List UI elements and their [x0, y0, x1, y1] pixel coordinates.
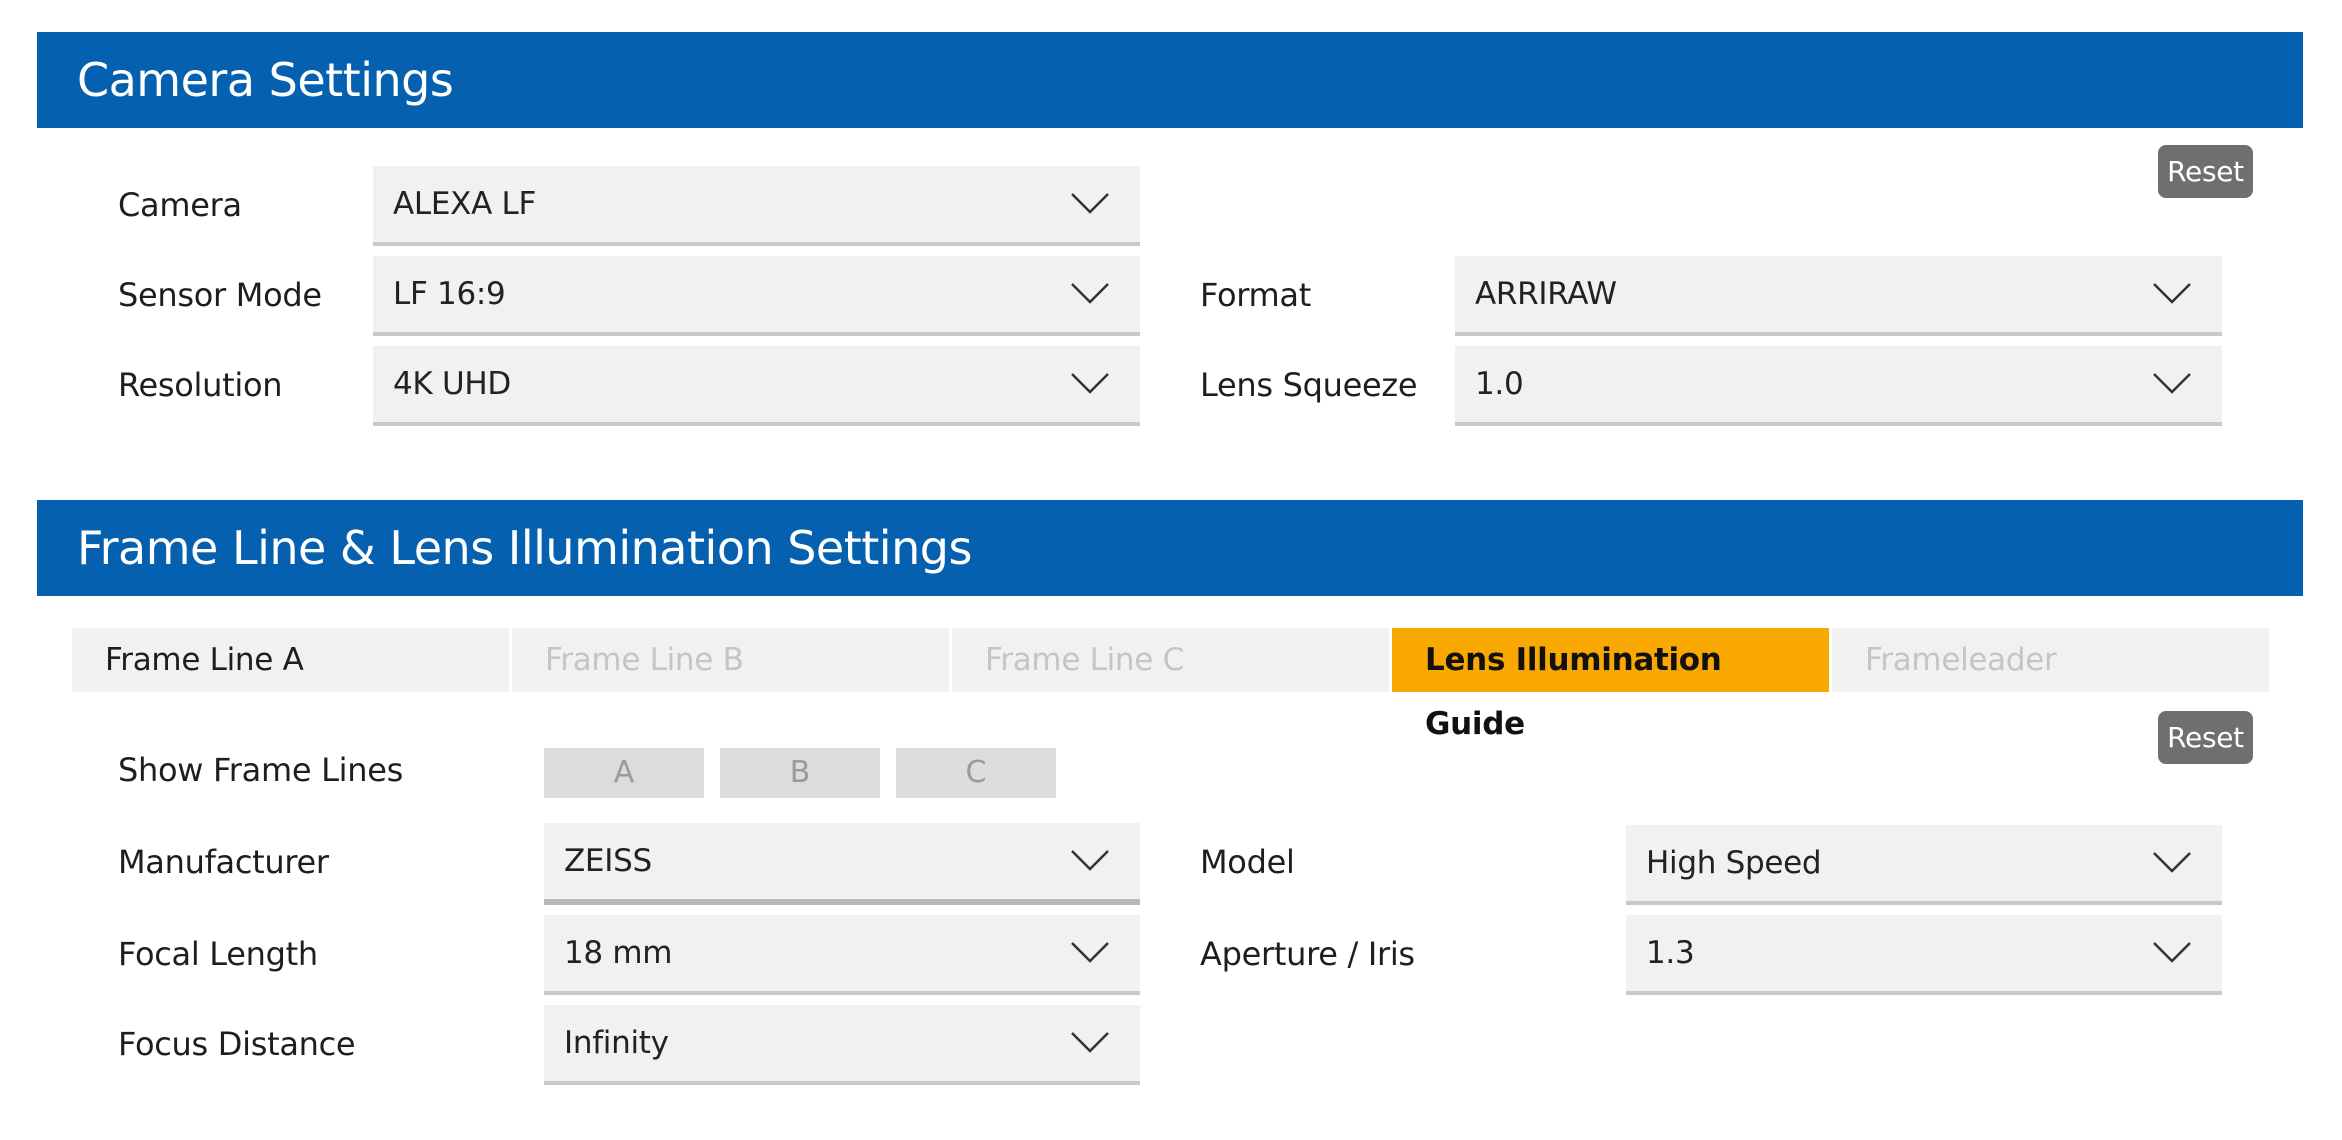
aperture-value: 1.3 [1646, 935, 1695, 971]
lens-squeeze-value: 1.0 [1475, 366, 1524, 402]
model-select[interactable]: High Speed [1626, 825, 2222, 905]
format-label: Format [1200, 276, 1311, 314]
model-value: High Speed [1646, 845, 1822, 881]
frame-settings-title: Frame Line & Lens Illumination Settings [77, 521, 972, 575]
focal-length-label: Focal Length [118, 935, 318, 973]
sensor-mode-select[interactable]: LF 16:9 [373, 256, 1140, 336]
format-value: ARRIRAW [1475, 276, 1617, 312]
tab-frame-line-c[interactable]: Frame Line C [952, 628, 1389, 692]
frame-line-a-toggle[interactable]: A [544, 748, 704, 798]
aperture-label: Aperture / Iris [1200, 935, 1415, 973]
manufacturer-label: Manufacturer [118, 843, 329, 881]
focus-distance-value: Infinity [564, 1025, 669, 1061]
camera-label: Camera [118, 186, 242, 224]
chevron-down-icon [1070, 282, 1110, 304]
tab-lens-illumination-guide[interactable]: Lens Illumination Guide [1392, 628, 1829, 742]
chevron-down-icon [1070, 849, 1110, 871]
frame-settings-tabs: Frame Line A Frame Line B Frame Line C L… [72, 628, 2270, 742]
chevron-down-icon [1070, 192, 1110, 214]
format-select[interactable]: ARRIRAW [1455, 256, 2222, 336]
tab-frame-line-b[interactable]: Frame Line B [512, 628, 949, 692]
frame-line-b-toggle[interactable]: B [720, 748, 880, 798]
chevron-down-icon [1070, 1031, 1110, 1053]
sensor-mode-label: Sensor Mode [118, 276, 322, 314]
lens-squeeze-select[interactable]: 1.0 [1455, 346, 2222, 426]
manufacturer-select[interactable]: ZEISS [544, 823, 1140, 905]
chevron-down-icon [2152, 372, 2192, 394]
focal-length-select[interactable]: 18 mm [544, 915, 1140, 995]
frame-line-c-toggle[interactable]: C [896, 748, 1056, 798]
chevron-down-icon [2152, 941, 2192, 963]
lens-squeeze-label: Lens Squeeze [1200, 366, 1418, 404]
aperture-select[interactable]: 1.3 [1626, 915, 2222, 995]
tab-frame-line-a[interactable]: Frame Line A [72, 628, 509, 692]
resolution-select[interactable]: 4K UHD [373, 346, 1140, 426]
focus-distance-label: Focus Distance [118, 1025, 356, 1063]
chevron-down-icon [2152, 851, 2192, 873]
camera-value: ALEXA LF [393, 186, 537, 222]
chevron-down-icon [1070, 941, 1110, 963]
camera-select[interactable]: ALEXA LF [373, 166, 1140, 246]
camera-reset-button[interactable]: Reset [2158, 145, 2253, 198]
sensor-mode-value: LF 16:9 [393, 276, 506, 312]
model-label: Model [1200, 843, 1295, 881]
show-frame-lines-label: Show Frame Lines [118, 751, 403, 789]
tab-frameleader[interactable]: Frameleader [1832, 628, 2269, 692]
camera-settings-title: Camera Settings [77, 53, 454, 107]
frame-settings-header: Frame Line & Lens Illumination Settings [37, 500, 2303, 596]
manufacturer-value: ZEISS [564, 843, 652, 879]
chevron-down-icon [2152, 282, 2192, 304]
focal-length-value: 18 mm [564, 935, 673, 971]
camera-settings-header: Camera Settings [37, 32, 2303, 128]
focus-distance-select[interactable]: Infinity [544, 1005, 1140, 1085]
resolution-value: 4K UHD [393, 366, 511, 402]
frame-reset-button[interactable]: Reset [2158, 711, 2253, 764]
chevron-down-icon [1070, 372, 1110, 394]
resolution-label: Resolution [118, 366, 283, 404]
